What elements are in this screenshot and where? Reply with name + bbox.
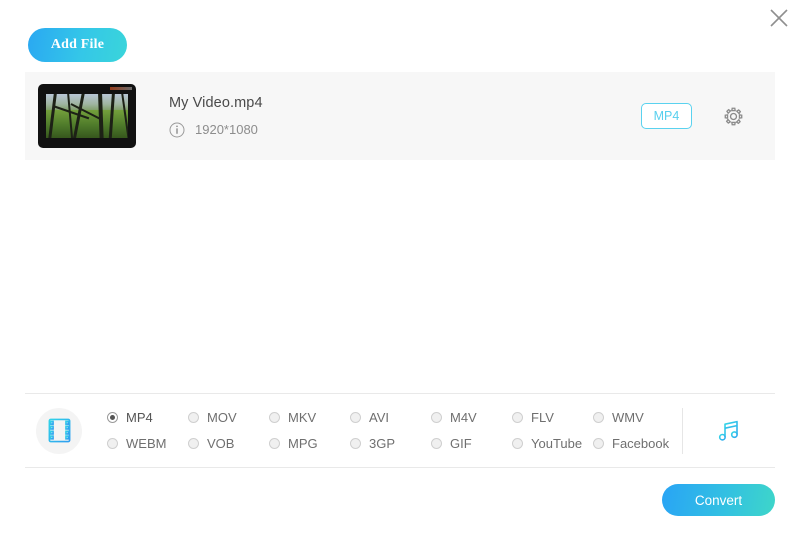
format-option-vob[interactable]: VOB [188, 431, 269, 457]
radio-icon [593, 438, 604, 449]
format-selection-bar: MP4 MOV MKV AVI M4V FLV WMV WEBM VOB MPG… [25, 394, 775, 467]
radio-icon [350, 438, 361, 449]
format-label: MP4 [126, 410, 153, 425]
format-option-m4v[interactable]: M4V [431, 405, 512, 431]
file-details: My Video.mp4 1920*1080 [169, 95, 641, 138]
radio-icon [512, 412, 523, 423]
format-option-flv[interactable]: FLV [512, 405, 593, 431]
info-circle-icon [169, 122, 185, 137]
file-list-item[interactable]: My Video.mp4 1920*1080 MP4 [25, 72, 775, 160]
file-subinfo: 1920*1080 [169, 122, 641, 138]
convert-button[interactable]: Convert [662, 484, 775, 516]
radio-icon [269, 412, 280, 423]
format-label: Facebook [612, 436, 670, 451]
format-bar-bottom-divider [25, 467, 775, 468]
format-label: MPG [288, 436, 318, 451]
radio-icon [107, 412, 118, 423]
close-button[interactable] [764, 3, 794, 33]
format-label: MKV [288, 410, 317, 425]
radio-icon [188, 412, 199, 423]
format-bar-vertical-divider [682, 407, 683, 454]
format-option-mkv[interactable]: MKV [269, 405, 350, 431]
format-option-mpg[interactable]: MPG [269, 431, 350, 457]
add-file-toolbar: Add File [28, 28, 127, 62]
add-file-button[interactable]: Add File [28, 28, 127, 62]
radio-icon [188, 438, 199, 449]
file-resolution: 1920*1080 [195, 122, 258, 137]
file-settings-button[interactable] [720, 103, 746, 129]
format-option-wmv[interactable]: WMV [593, 405, 674, 431]
radio-icon [350, 412, 361, 423]
thumbnail-ground [46, 109, 128, 138]
format-option-webm[interactable]: WEBM [107, 431, 188, 457]
format-option-3gp[interactable]: 3GP [350, 431, 431, 457]
audio-format-category-button[interactable] [709, 411, 749, 451]
format-option-gif[interactable]: GIF [431, 431, 512, 457]
format-label: M4V [450, 410, 477, 425]
format-option-mov[interactable]: MOV [188, 405, 269, 431]
output-format-badge[interactable]: MP4 [641, 103, 692, 129]
format-option-avi[interactable]: AVI [350, 405, 431, 431]
format-label: WEBM [126, 436, 167, 451]
file-name: My Video.mp4 [169, 94, 263, 111]
video-format-category-button[interactable] [36, 407, 82, 454]
thumbnail-watermark [110, 87, 132, 90]
music-note-icon [718, 420, 738, 441]
film-strip-icon [48, 418, 70, 443]
format-option-mp4[interactable]: MP4 [107, 405, 188, 431]
thumbnail-image [46, 94, 128, 138]
format-option-youtube[interactable]: YouTube [512, 431, 593, 457]
radio-icon [269, 438, 280, 449]
format-label: AVI [369, 410, 389, 425]
format-label: GIF [450, 436, 472, 451]
gear-icon [724, 107, 742, 125]
format-options-grid: MP4 MOV MKV AVI M4V FLV WMV WEBM VOB MPG… [107, 405, 682, 457]
radio-icon [512, 438, 523, 449]
radio-icon [593, 412, 604, 423]
format-label: YouTube [531, 436, 583, 451]
format-label: MOV [207, 410, 237, 425]
radio-icon [431, 412, 442, 423]
radio-icon [107, 438, 118, 449]
format-label: FLV [531, 410, 554, 425]
format-label: 3GP [369, 436, 396, 451]
format-label: WMV [612, 410, 644, 425]
close-icon [770, 9, 788, 27]
video-thumbnail[interactable] [38, 84, 136, 148]
format-option-facebook[interactable]: Facebook [593, 431, 674, 457]
format-label: VOB [207, 436, 235, 451]
radio-icon [431, 438, 442, 449]
